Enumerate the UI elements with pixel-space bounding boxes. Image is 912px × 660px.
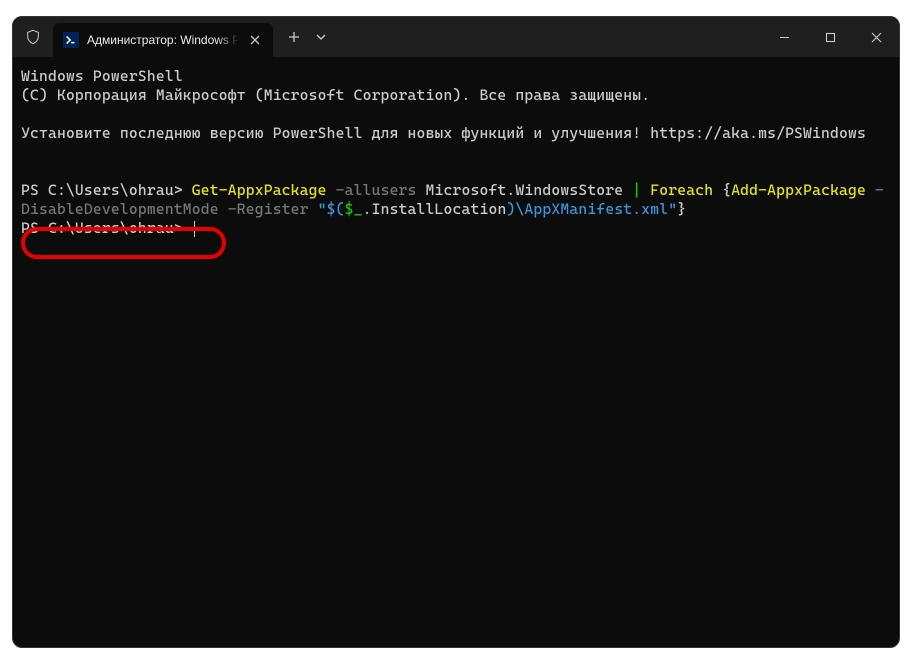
tab-close-icon[interactable] (247, 32, 263, 48)
titlebar: Администратор: Windows PowerShell (13, 17, 899, 57)
cmd-token: Foreach (641, 181, 713, 199)
maximize-button[interactable] (807, 17, 853, 57)
notice-line: Установите последнюю версию PowerShell д… (21, 124, 866, 142)
terminal-window: Администратор: Windows PowerShell Window… (12, 16, 900, 648)
prompt: PS C:\Users\ohrau> (21, 219, 192, 237)
cmd-token: } (677, 200, 686, 218)
cmd-token: -allusers (327, 181, 417, 199)
cmd-token: { (713, 181, 731, 199)
minimize-button[interactable] (761, 17, 807, 57)
cursor (194, 221, 195, 237)
cmd-token: .InstallLocation (363, 200, 507, 218)
cmd-token: \AppXManifest.xml (515, 200, 668, 218)
prompt: PS C:\Users\ohrau> (21, 181, 192, 199)
window-controls (761, 17, 899, 57)
cmd-token: " (668, 200, 677, 218)
cmd-token: | (632, 181, 641, 199)
admin-shield-icon (13, 29, 53, 45)
terminal-content[interactable]: Windows PowerShell (C) Корпорация Майкро… (13, 57, 899, 248)
cmd-token: Microsoft.WindowsStore (417, 181, 633, 199)
cmd-token: "$( (309, 200, 345, 218)
cmd-token: Add-AppxPackage (731, 181, 866, 199)
tab-dropdown-icon[interactable] (309, 22, 333, 52)
tab-title: Администратор: Windows PowerShell (87, 33, 239, 47)
cmd-token: -Register (219, 200, 309, 218)
tab-powershell[interactable]: Администратор: Windows PowerShell (53, 23, 273, 57)
close-button[interactable] (853, 17, 899, 57)
cmd-token: $_ (345, 200, 363, 218)
powershell-icon (63, 32, 79, 48)
new-tab-button[interactable] (279, 22, 309, 52)
copyright-line: (C) Корпорация Майкрософт (Microsoft Cor… (21, 86, 650, 104)
cmd-token: Get-AppxPackage (192, 181, 327, 199)
header-line: Windows PowerShell (21, 67, 183, 85)
